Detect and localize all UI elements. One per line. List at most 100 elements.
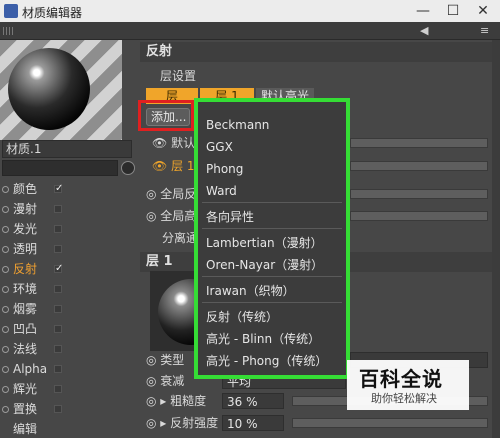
channel-item[interactable]: 反射 ✓ (2, 260, 80, 278)
channel-item[interactable]: 漫射 (2, 200, 80, 218)
default-row-label[interactable]: 👁 默认 (152, 135, 195, 151)
menu-item-ward[interactable]: Ward (206, 182, 237, 200)
channel-checkbox[interactable] (54, 405, 62, 413)
radio-icon (2, 246, 9, 253)
channel-item[interactable]: 置换 (2, 400, 80, 418)
channel-label: 辉光 (13, 382, 38, 396)
watermark: 百科全说 助你轻松解决 (347, 360, 469, 410)
channel-item[interactable]: 透明 (2, 240, 80, 258)
window-title: 材质编辑器 (22, 6, 83, 20)
radio-icon (2, 266, 9, 273)
menu-item-ggx[interactable]: GGX (206, 138, 233, 156)
radio-icon (2, 306, 9, 313)
roughness-field[interactable]: 36 % (222, 393, 284, 409)
channel-checkbox[interactable] (54, 385, 62, 393)
layer1-row-text: 层 1 (171, 159, 195, 173)
reflect-strength-slider[interactable] (292, 418, 488, 428)
highlight-red-box (138, 100, 194, 131)
reflect-strength-label: ◎ ▸ 反射强度 (146, 416, 219, 430)
channel-item[interactable]: 颜色 ✓ (2, 180, 80, 198)
eye-icon: 👁 (152, 136, 172, 150)
layer1-row-bar[interactable] (350, 161, 488, 171)
scrollbar[interactable] (492, 40, 500, 438)
global-reflect-bar[interactable] (350, 189, 488, 199)
channel-panel: 材质.1 (0, 40, 140, 438)
global-reflect-text: 全局反 (160, 187, 197, 201)
menu-item-oren-nayar[interactable]: Oren-Nayar（漫射） (206, 256, 323, 274)
section-reflect-header: 反射 (140, 42, 492, 62)
menu-item-phong-legacy[interactable]: 高光 - Phong（传统） (206, 352, 327, 370)
channel-checkbox[interactable] (54, 285, 62, 293)
reflect-strength-field[interactable]: 10 % (222, 415, 284, 431)
menu-separator (202, 276, 342, 277)
channel-label: 环境 (13, 282, 38, 296)
radio-icon (2, 366, 9, 373)
channel-checkbox[interactable] (54, 345, 62, 353)
close-button[interactable]: ✕ (468, 0, 498, 22)
channel-checkbox[interactable] (54, 225, 62, 233)
channel-label: 颜色 (13, 182, 38, 196)
material-preview (0, 40, 122, 140)
layer-settings-label: 层设置 (160, 69, 197, 83)
layer-sphere (158, 279, 196, 345)
channel-label: 法线 (13, 342, 38, 356)
channel-item[interactable]: 发光 (2, 220, 80, 238)
radio-icon (2, 286, 9, 293)
channel-checkbox[interactable]: ✓ (54, 184, 63, 194)
menu-item-blinn-legacy[interactable]: 高光 - Blinn（传统） (206, 330, 320, 348)
menu-item-irawan[interactable]: Irawan（织物） (206, 282, 295, 300)
attenuation-label: ◎ 衰减 (146, 374, 185, 388)
channel-item[interactable]: Alpha (2, 360, 80, 378)
channel-item[interactable]: 环境 (2, 280, 80, 298)
reflect-strength-text: 反射强度 (170, 416, 219, 430)
channel-checkbox[interactable] (54, 205, 62, 213)
roughness-label: ◎ ▸ 粗糙度 (146, 394, 207, 408)
channel-label: 编辑 (13, 422, 38, 436)
material-name[interactable]: 材质.1 (2, 140, 132, 158)
default-row-bar[interactable] (350, 138, 488, 148)
picker-icon[interactable] (121, 161, 135, 175)
menu-separator (202, 202, 342, 203)
channel-item[interactable]: 凹凸 (2, 320, 80, 338)
layer-preview (150, 271, 196, 351)
channel-checkbox[interactable] (54, 325, 62, 333)
toolbar: ◀ ≡ (0, 22, 500, 40)
default-row-text: 默认 (171, 136, 196, 150)
channel-checkbox[interactable]: ✓ (54, 264, 63, 274)
radio-icon (2, 386, 9, 393)
channel-label: Alpha (13, 362, 48, 376)
menu-item-reflection-legacy[interactable]: 反射（传统） (206, 308, 278, 326)
channel-checkbox[interactable] (54, 305, 62, 313)
type-text: 类型 (160, 353, 185, 367)
channel-checkbox[interactable] (54, 245, 62, 253)
layer1-row-label[interactable]: 👁 层 1 (152, 158, 195, 174)
global-highlight-bar[interactable] (350, 211, 488, 221)
menu-item-phong[interactable]: Phong (206, 160, 243, 178)
channel-label: 凹凸 (13, 322, 38, 336)
channel-item[interactable]: 编辑 (2, 420, 80, 438)
material-field[interactable] (2, 160, 118, 176)
preview-sphere (8, 48, 90, 130)
channel-item[interactable]: 法线 (2, 340, 80, 358)
radio-icon (2, 206, 9, 213)
menu-item-lambertian[interactable]: Lambertian（漫射） (206, 234, 323, 252)
menu-item-anisotropic[interactable]: 各向异性 (206, 208, 254, 226)
radio-icon (2, 186, 9, 193)
channel-item[interactable]: 辉光 (2, 380, 80, 398)
radio-icon (2, 226, 9, 233)
menu-icon[interactable]: ≡ (480, 22, 489, 40)
channel-checkbox[interactable] (54, 365, 62, 373)
maximize-button[interactable]: ☐ (438, 0, 468, 22)
separate-pass-label: 分离通 (162, 231, 199, 245)
channel-label: 烟雾 (13, 302, 38, 316)
layer-type-dropdown: Beckmann GGX Phong Ward 各向异性 Lambertian（… (194, 98, 350, 379)
radio-icon (2, 326, 9, 333)
global-highlight-text: 全局高 (160, 209, 197, 223)
arrow-tool-icon[interactable]: ◀ (420, 22, 428, 40)
watermark-subtitle: 助你轻松解决 (371, 392, 437, 405)
channel-label: 透明 (13, 242, 38, 256)
minimize-button[interactable]: — (408, 0, 438, 22)
menu-item-beckmann[interactable]: Beckmann (206, 116, 269, 134)
channel-item[interactable]: 烟雾 (2, 300, 80, 318)
channel-label: 漫射 (13, 202, 38, 216)
